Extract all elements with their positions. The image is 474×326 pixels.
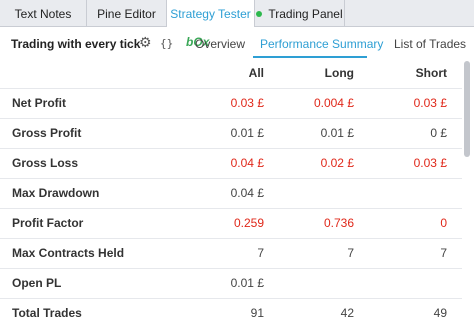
column-header-short: Short xyxy=(415,66,447,80)
row-label: Gross Profit xyxy=(12,126,82,140)
value-long: 7 xyxy=(347,246,354,260)
value-short: 49 xyxy=(433,306,447,320)
gear-icon[interactable]: ⚙ xyxy=(139,35,153,49)
table-row: Gross Loss 0.04 £ 0.02 £ 0.03 £ xyxy=(0,149,462,179)
row-label: Total Trades xyxy=(12,306,82,320)
value-long: 0.01 £ xyxy=(320,126,354,140)
table-row: Open PL 0.01 £ xyxy=(0,269,462,299)
value-all: 0.03 £ xyxy=(230,96,264,110)
table-row: Max Drawdown 0.04 £ xyxy=(0,179,462,209)
value-short: 0.03 £ xyxy=(413,96,447,110)
row-label: Gross Loss xyxy=(12,156,79,170)
row-label: Profit Factor xyxy=(12,216,84,230)
row-label: Max Contracts Held xyxy=(12,246,125,260)
value-short: 0 £ xyxy=(430,126,447,140)
table-row: Gross Profit 0.01 £ 0.01 £ 0 £ xyxy=(0,119,462,149)
tab-text-notes[interactable]: Text Notes xyxy=(0,0,87,27)
tab-strategy-tester[interactable]: Strategy Tester xyxy=(167,0,255,28)
value-all: 91 xyxy=(250,306,264,320)
scrollbar-thumb[interactable] xyxy=(464,61,470,157)
strategy-tester-window: Text Notes Pine Editor Strategy Tester T… xyxy=(0,0,474,326)
value-long: 42 xyxy=(340,306,354,320)
bottom-panel-tabbar: Text Notes Pine Editor Strategy Tester T… xyxy=(0,0,474,28)
column-header-all: All xyxy=(248,66,264,80)
value-long: 0.004 £ xyxy=(313,96,354,110)
table-row: Max Contracts Held 7 7 7 xyxy=(0,239,462,269)
row-label: Net Profit xyxy=(12,96,66,110)
active-subtab-indicator xyxy=(253,56,367,58)
tab-trading-panel[interactable]: Trading Panel xyxy=(255,0,345,27)
tab-pine-editor[interactable]: Pine Editor xyxy=(87,0,167,27)
table-row: Net Profit 0.03 £ 0.004 £ 0.03 £ xyxy=(0,89,462,119)
value-all: 0.259 xyxy=(233,216,264,230)
value-all: 0.01 £ xyxy=(230,276,264,290)
performance-summary-table: All Long Short Net Profit 0.03 £ 0.004 £… xyxy=(0,59,462,326)
strategy-header: Trading with every tick ⚙ {} bOx Overvie… xyxy=(0,27,474,59)
tab-label: Pine Editor xyxy=(97,6,156,21)
value-all: 7 xyxy=(257,246,264,260)
value-short: 0 xyxy=(440,216,447,230)
value-all: 0.04 £ xyxy=(230,186,264,200)
subtab-performance-summary[interactable]: Performance Summary xyxy=(260,37,383,51)
source-code-icon[interactable]: {} xyxy=(160,37,173,50)
tab-label: Strategy Tester xyxy=(170,7,251,21)
table-row: Total Trades 91 42 49 xyxy=(0,299,462,326)
value-long: 0.02 £ xyxy=(320,156,354,170)
value-short: 0.03 £ xyxy=(413,156,447,170)
subtab-list-of-trades[interactable]: List of Trades xyxy=(394,37,466,51)
row-label: Max Drawdown xyxy=(12,186,100,200)
tab-label: Trading Panel xyxy=(268,6,343,21)
value-all: 0.01 £ xyxy=(230,126,264,140)
table-row: Profit Factor 0.259 0.736 0 xyxy=(0,209,462,239)
value-all: 0.04 £ xyxy=(230,156,264,170)
connection-status-dot-icon xyxy=(256,10,263,17)
row-label: Open PL xyxy=(12,276,62,290)
value-short: 7 xyxy=(440,246,447,260)
column-header-long: Long xyxy=(324,66,354,80)
value-long: 0.736 xyxy=(323,216,354,230)
tab-label: Text Notes xyxy=(14,6,72,21)
strategy-name: Trading with every tick xyxy=(11,37,141,51)
table-header-row: All Long Short xyxy=(0,59,462,89)
subtab-overview[interactable]: Overview xyxy=(195,37,245,51)
